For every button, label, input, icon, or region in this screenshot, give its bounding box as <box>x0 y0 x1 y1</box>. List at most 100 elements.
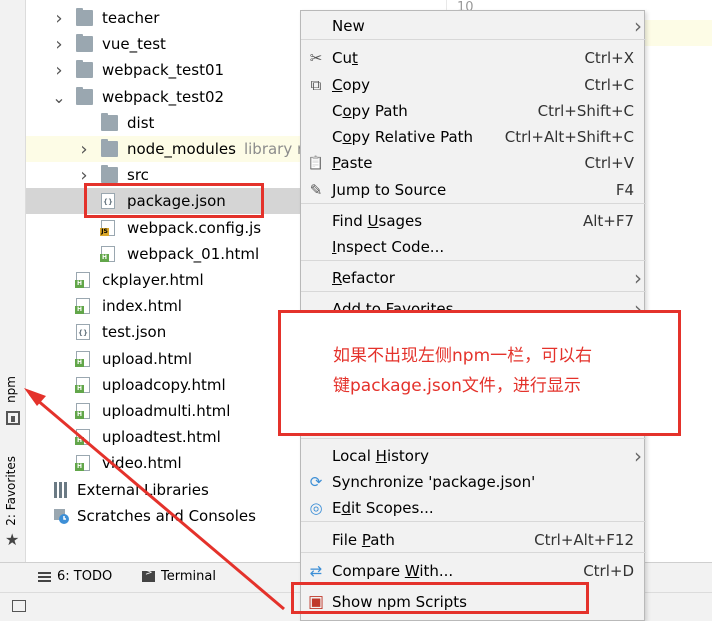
tree-item-label: webpack.config.js <box>127 219 262 237</box>
list-icon <box>38 571 51 582</box>
folder-icon <box>101 165 118 183</box>
sync-icon: ⟳ <box>309 473 323 491</box>
chevron-right-icon[interactable]: › <box>53 57 65 83</box>
html-file-icon: H <box>75 272 90 288</box>
annotation-text: 如果不出现左侧npm一栏，可以右 键package.json文件，进行显示 <box>333 341 673 401</box>
folder-icon <box>101 139 118 157</box>
show-npm-scripts-highlight <box>291 582 589 614</box>
star-icon[interactable]: ★ <box>5 530 19 549</box>
menu-item-shortcut: F4 <box>615 181 634 199</box>
menu-item-paste[interactable]: 📋 Paste Ctrl+V <box>301 150 646 176</box>
menu-item-label: Inspect Code... <box>332 238 445 256</box>
favorites-tool-tab[interactable]: 2: Favorites <box>4 456 18 526</box>
menu-item-label: File Path <box>332 531 395 549</box>
html-file-icon: H <box>100 246 115 262</box>
submenu-arrow-icon: › <box>634 266 642 290</box>
annotation-line-1: 如果不出现左侧npm一栏，可以右 <box>333 346 593 366</box>
menu-item-copy[interactable]: ⧉ Copy Ctrl+C <box>301 72 646 98</box>
html-file-icon: H <box>75 351 90 367</box>
tree-item-label: uploadmulti.html <box>102 402 231 420</box>
js-file-icon: JS <box>100 220 115 236</box>
submenu-arrow-icon: › <box>634 14 642 38</box>
toggle-tool-windows-icon[interactable] <box>12 600 26 612</box>
tree-item-label: src <box>127 166 149 184</box>
folder-icon <box>76 60 93 78</box>
file-type-tag: H <box>75 359 84 367</box>
menu-item-shortcut: Ctrl+X <box>584 49 634 67</box>
menu-item-shortcut: Ctrl+Shift+C <box>537 102 634 120</box>
menu-item-refactor[interactable]: Refactor › <box>301 265 646 291</box>
menu-item-label: Jump to Source <box>332 181 447 199</box>
menu-item-compare-with[interactable]: ⇄ Compare With... Ctrl+D <box>301 558 646 584</box>
menu-separator <box>301 291 646 292</box>
menu-item-label: New <box>332 17 365 35</box>
file-type-tag: H <box>75 463 84 471</box>
library-icon <box>53 482 70 498</box>
chevron-right-icon[interactable]: › <box>53 31 65 57</box>
menu-item-new[interactable]: New › <box>301 13 646 39</box>
menu-item-shortcut: Ctrl+V <box>584 154 634 172</box>
menu-item-label: Refactor <box>332 269 395 287</box>
todo-tab[interactable]: 6: TODO <box>38 569 112 584</box>
menu-separator <box>301 260 646 261</box>
menu-item-label: Compare With... <box>332 562 454 580</box>
chevron-down-icon[interactable]: ⌄ <box>52 84 65 110</box>
html-file-icon: H <box>75 298 90 314</box>
terminal-icon <box>142 568 155 582</box>
menu-item-label: Cut <box>332 49 358 67</box>
menu-separator <box>301 438 646 439</box>
menu-item-label: Synchronize 'package.json' <box>332 473 536 491</box>
tree-item-label: External Libraries <box>77 481 209 499</box>
tree-item-label: webpack_test02 <box>102 88 225 106</box>
menu-item-cut[interactable]: ✂ Cut Ctrl+X <box>301 45 646 71</box>
compare-icon: ⇄ <box>309 562 323 580</box>
file-type-tag: H <box>100 254 109 262</box>
file-type-tag: H <box>75 306 84 314</box>
html-file-icon: H <box>75 455 90 471</box>
menu-item-copy-relative-path[interactable]: Copy Relative Path Ctrl+Alt+Shift+C <box>301 124 646 150</box>
menu-item-shortcut: Ctrl+Alt+Shift+C <box>504 128 634 146</box>
file-type-tag: {} <box>78 329 88 337</box>
html-file-icon: H <box>75 429 90 445</box>
menu-item-label: Local History <box>332 447 430 465</box>
tree-item-label: video.html <box>102 454 182 472</box>
tree-item-label: test.json <box>102 323 167 341</box>
menu-separator <box>301 203 646 204</box>
file-type-tag: JS <box>100 228 109 236</box>
npm-icon[interactable] <box>6 411 20 425</box>
menu-item-shortcut: Ctrl+D <box>583 562 634 580</box>
menu-item-label: Copy Relative Path <box>332 128 474 146</box>
scissors-icon: ✂ <box>309 49 323 67</box>
tree-item-label: dist <box>127 114 155 132</box>
file-type-tag: H <box>75 437 84 445</box>
json-file-icon: {} <box>76 324 90 340</box>
tree-item-label: Scratches and Consoles <box>77 507 256 525</box>
terminal-tab[interactable]: Terminal <box>142 568 216 584</box>
tree-item-label: uploadtest.html <box>102 428 221 446</box>
folder-icon <box>76 34 93 52</box>
chevron-right-icon[interactable]: › <box>78 136 90 162</box>
menu-item-label: Edit Scopes... <box>332 499 434 517</box>
tree-item-label: node_modules library r <box>127 140 304 158</box>
menu-item-file-path[interactable]: File Path Ctrl+Alt+F12 <box>301 527 646 553</box>
library-root-suffix: library r <box>243 140 304 158</box>
file-type-tag: H <box>75 411 84 419</box>
paste-icon: 📋 <box>307 155 325 171</box>
menu-item-local-history[interactable]: Local History › <box>301 443 646 469</box>
menu-item-edit-scopes[interactable]: ◎ Edit Scopes... <box>301 495 646 521</box>
menu-item-find-usages[interactable]: Find Usages Alt+F7 <box>301 208 646 234</box>
menu-item-copy-path[interactable]: Copy Path Ctrl+Shift+C <box>301 98 646 124</box>
npm-tool-tab[interactable]: npm <box>4 376 18 403</box>
menu-item-label: Paste <box>332 154 373 172</box>
menu-item-shortcut: Ctrl+C <box>584 76 634 94</box>
scope-icon: ◎ <box>309 499 323 517</box>
chevron-right-icon[interactable]: › <box>53 5 65 31</box>
menu-item-inspect-code[interactable]: Inspect Code... <box>301 234 646 260</box>
menu-item-synchronize-package-json[interactable]: ⟳ Synchronize 'package.json' <box>301 469 646 495</box>
menu-item-shortcut: Alt+F7 <box>582 212 634 230</box>
tree-item-label: upload.html <box>102 350 193 368</box>
package-json-highlight <box>84 183 264 218</box>
left-tool-strip: npm 2: Favorites ★ <box>0 0 26 562</box>
html-file-icon: H <box>75 377 90 393</box>
menu-item-jump-to-source[interactable]: ✎ Jump to Source F4 <box>301 177 646 203</box>
